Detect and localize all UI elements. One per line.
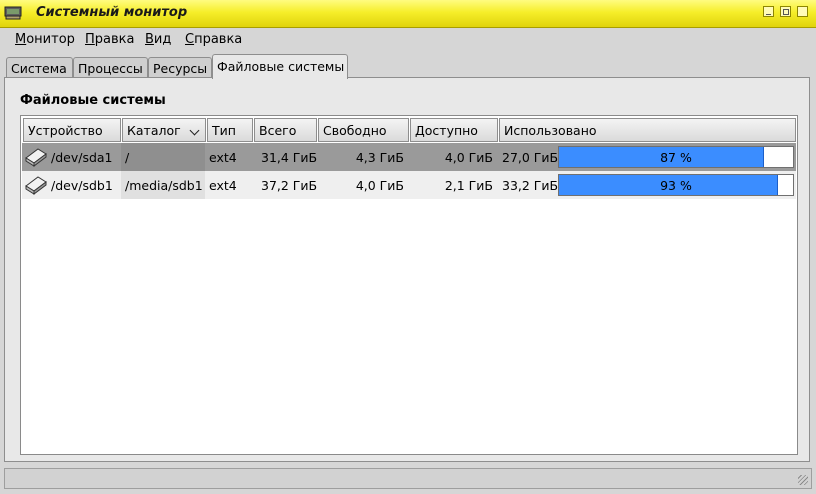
sort-descending-icon	[189, 125, 200, 136]
title-bar[interactable]: Системный монитор	[0, 0, 816, 28]
free-cell: 4,0 ГиБ	[355, 178, 404, 193]
section-title: Файловые системы	[20, 93, 166, 108]
total-cell: 31,4 ГиБ	[261, 150, 318, 165]
usage-bar: 87 %	[558, 146, 794, 168]
minimize-button[interactable]	[763, 6, 774, 17]
tab-system[interactable]: Система	[6, 57, 73, 78]
available-cell: 2,1 ГиБ	[444, 178, 493, 193]
column-header-free[interactable]: Свободно	[318, 118, 409, 142]
column-header-total[interactable]: Всего	[254, 118, 317, 142]
system-monitor-app-icon[interactable]	[4, 5, 22, 21]
menu-bar: Монитор Правка Вид Справка	[0, 28, 816, 52]
usage-percent-label: 93 %	[660, 178, 692, 193]
type-cell: ext4	[209, 150, 237, 165]
tab-processes[interactable]: Процессы	[73, 57, 148, 78]
tab-resources[interactable]: Ресурсы	[148, 57, 212, 78]
hard-drive-icon	[25, 176, 47, 195]
close-button[interactable]	[797, 6, 808, 17]
table-row[interactable]: /dev/sdb1 /media/sdb1 ext4 37,2 ГиБ 4,0 …	[22, 171, 796, 199]
system-monitor-window: Системный монитор Монитор Правка Вид Спр…	[0, 0, 816, 494]
menu-help[interactable]: Справка	[185, 32, 242, 47]
status-bar	[4, 468, 812, 489]
resize-grip-icon[interactable]	[798, 475, 808, 485]
device-cell: /dev/sda1	[51, 150, 113, 165]
column-header-used[interactable]: Использовано	[499, 118, 796, 142]
used-cell: 27,0 ГиБ	[502, 150, 559, 165]
tab-file-systems[interactable]: Файловые системы	[212, 54, 348, 79]
tab-strip: Система Процессы Ресурсы Файловые систем…	[0, 52, 816, 79]
usage-percent-label: 87 %	[660, 150, 692, 165]
column-header-device[interactable]: Устройство	[23, 118, 121, 142]
hard-drive-icon	[25, 148, 47, 167]
menu-view[interactable]: Вид	[145, 32, 171, 47]
directory-cell: /media/sdb1	[125, 178, 203, 193]
menu-monitor[interactable]: Монитор	[15, 32, 75, 47]
used-cell: 33,2 ГиБ	[502, 178, 559, 193]
window-title: Системный монитор	[36, 5, 188, 20]
column-header-available[interactable]: Доступно	[410, 118, 498, 142]
usage-bar: 93 %	[558, 174, 794, 196]
total-cell: 37,2 ГиБ	[261, 178, 318, 193]
type-cell: ext4	[209, 178, 237, 193]
column-header-directory[interactable]: Каталог	[122, 118, 206, 142]
directory-cell: /	[125, 150, 130, 165]
file-systems-table: Устройство Каталог Тип Всего Свободно До…	[20, 115, 798, 455]
device-cell: /dev/sdb1	[51, 178, 113, 193]
free-cell: 4,3 ГиБ	[355, 150, 404, 165]
available-cell: 4,0 ГиБ	[444, 150, 493, 165]
table-row[interactable]: /dev/sda1 / ext4 31,4 ГиБ 4,3 ГиБ 4,0 Ги…	[22, 143, 796, 171]
file-systems-panel: Файловые системы Устройство Каталог Тип …	[4, 77, 810, 462]
maximize-button[interactable]	[780, 6, 791, 17]
column-header-type[interactable]: Тип	[207, 118, 253, 142]
column-header-directory-label: Каталог	[127, 123, 181, 138]
menu-edit[interactable]: Правка	[85, 32, 134, 47]
